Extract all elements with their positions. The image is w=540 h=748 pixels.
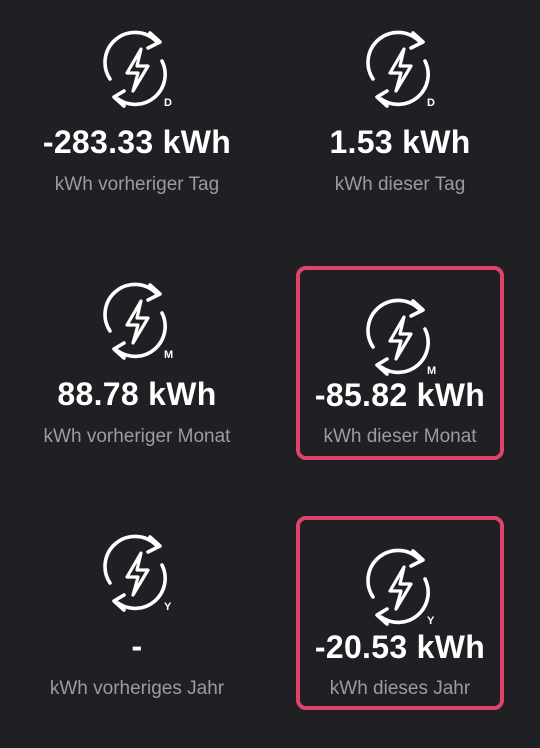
energy-cycle-icon: Y [92, 529, 182, 619]
energy-cycle-icon: D [355, 25, 445, 115]
period-badge: Y [427, 615, 435, 627]
energy-cycle-icon: D [92, 25, 182, 115]
energy-cycle-icon: M [355, 293, 445, 383]
energy-label: kWh vorheriges Jahr [49, 678, 225, 699]
energy-cycle-icon: M [92, 277, 182, 367]
period-badge: Y [164, 601, 172, 613]
energy-label: kWh dieses Jahr [329, 678, 471, 699]
energy-tile-previous-day[interactable]: D -283.33 kWh kWh vorheriger Tag [7, 0, 267, 230]
energy-label: kWh dieser Monat [323, 426, 477, 447]
energy-label: kWh vorheriger Monat [43, 426, 231, 447]
energy-value: - [131, 628, 143, 664]
energy-tile-this-month[interactable]: M -85.82 kWh kWh dieser Monat [270, 266, 530, 498]
energy-value: -283.33 kWh [42, 124, 232, 160]
energy-tile-this-year[interactable]: Y -20.53 kWh kWh dieses Jahr [270, 516, 530, 748]
energy-tile-previous-month[interactable]: M 88.78 kWh kWh vorheriger Monat [7, 252, 267, 482]
energy-value: 88.78 kWh [57, 376, 217, 412]
energy-tile-this-day[interactable]: D 1.53 kWh kWh dieser Tag [270, 0, 530, 230]
period-badge: D [164, 97, 172, 109]
period-badge: M [164, 349, 173, 361]
period-badge: M [427, 365, 436, 377]
energy-value: -20.53 kWh [314, 629, 486, 665]
energy-cycle-icon: Y [355, 543, 445, 633]
energy-label: kWh dieser Tag [334, 174, 466, 195]
energy-tile-previous-year[interactable]: Y - kWh vorheriges Jahr [7, 504, 267, 734]
period-badge: D [427, 97, 435, 109]
energy-label: kWh vorheriger Tag [54, 174, 220, 195]
energy-value: 1.53 kWh [329, 124, 471, 160]
energy-value: -85.82 kWh [314, 377, 486, 413]
